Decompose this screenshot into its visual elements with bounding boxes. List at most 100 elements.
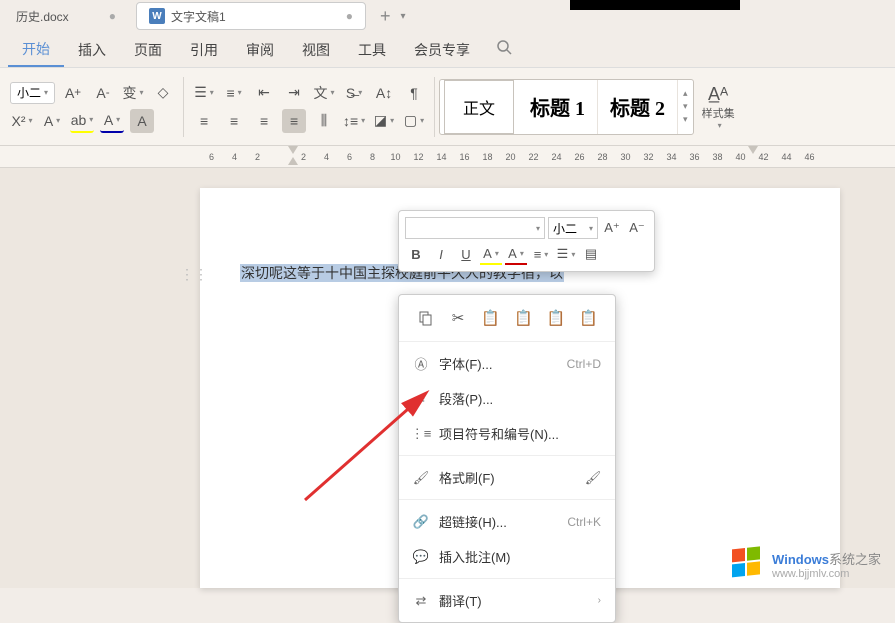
text-direction-button[interactable]: 文▾ — [312, 81, 336, 105]
highlight-button[interactable]: ab▾ — [70, 109, 94, 133]
ruler-tick: 20 — [499, 152, 522, 162]
ctx-label: 插入批注(M) — [439, 547, 511, 566]
bold-button[interactable]: B — [405, 243, 427, 265]
style-heading2[interactable]: 标题 2 — [598, 80, 678, 134]
italic-button[interactable]: I — [430, 243, 452, 265]
style-down-button[interactable]: ▾ — [680, 100, 691, 113]
tab-active[interactable]: W 文字文稿1 ● — [136, 2, 366, 30]
menu-page[interactable]: 页面 — [120, 34, 176, 66]
ctx-hyperlink[interactable]: 🔗 超链接(H)... Ctrl+K — [399, 504, 615, 539]
ctx-bullets[interactable]: ⋮≡ 项目符号和编号(N)... — [399, 416, 615, 451]
mini-font-select[interactable]: ▾ — [405, 217, 545, 239]
phonetic-guide-button[interactable]: 变▾ — [121, 81, 145, 105]
menu-reference[interactable]: 引用 — [176, 34, 232, 66]
show-marks-button[interactable]: ¶ — [402, 81, 426, 105]
paste-keep-icon[interactable]: 📋 — [576, 305, 601, 331]
ruler[interactable]: 6 4 2 2 4 6 8 10 12 14 16 18 20 22 24 26… — [0, 146, 895, 168]
decrease-font-button[interactable]: A⁻ — [626, 217, 648, 239]
ctx-shortcut: Ctrl+D — [567, 357, 601, 371]
tab-close-icon[interactable]: ● — [109, 9, 116, 23]
ruler-tick: 6 — [200, 152, 223, 162]
superscript-button[interactable]: X²▾ — [10, 109, 34, 133]
menu-insert[interactable]: 插入 — [64, 34, 120, 66]
distribute-button[interactable]: ⫼ — [312, 109, 336, 133]
divider — [399, 499, 615, 500]
menu-start[interactable]: 开始 — [8, 33, 64, 67]
styleset-button[interactable]: A̲ᴬ 样式集 ▾ — [694, 84, 743, 130]
add-tab-button[interactable]: + — [374, 6, 397, 27]
align-justify-button[interactable]: ≡ — [282, 109, 306, 133]
font-color-button[interactable]: A▾ — [100, 109, 124, 133]
bullets-button[interactable]: ☰▾ — [192, 81, 216, 105]
clear-format-button[interactable]: ◇ — [151, 81, 175, 105]
format-painter-alt-icon[interactable]: 🖌 — [585, 470, 601, 486]
divider — [399, 341, 615, 342]
menu-member[interactable]: 会员专享 — [400, 34, 484, 66]
numbering-button[interactable]: ≡▾ — [222, 81, 246, 105]
ruler-tick: 30 — [614, 152, 637, 162]
strikethrough-button[interactable]: S̶▾ — [342, 81, 366, 105]
ruler-tick: 22 — [522, 152, 545, 162]
ruler-tick: 12 — [407, 152, 430, 162]
style-expand-button[interactable]: ▾ — [680, 113, 691, 126]
format-painter-icon: 🖌 — [413, 470, 429, 486]
ruler-tick: 10 — [384, 152, 407, 162]
font-icon: Ⓐ — [413, 356, 429, 372]
cut-icon[interactable]: ✂ — [446, 305, 471, 331]
line-spacing-button[interactable]: ↕≡▾ — [342, 109, 366, 133]
divider — [399, 578, 615, 579]
align-left-button[interactable]: ≡ — [192, 109, 216, 133]
ctx-translate[interactable]: ⇄ 翻译(T) › — [399, 583, 615, 618]
menu-review[interactable]: 审阅 — [232, 34, 288, 66]
menu-tools[interactable]: 工具 — [344, 34, 400, 66]
font-size-select[interactable]: 小二 ▾ — [10, 82, 55, 104]
align-center-button[interactable]: ≡ — [222, 109, 246, 133]
tab-label: 历史.docx — [16, 8, 69, 25]
ruby-button[interactable]: A↕ — [372, 81, 396, 105]
borders-button[interactable]: ▢▾ — [402, 109, 426, 133]
watermark-title: Windows系统之家 — [772, 549, 881, 568]
paste-special-icon[interactable]: 📋 — [511, 305, 536, 331]
tab-label: 文字文稿1 — [171, 8, 226, 25]
ctx-paragraph[interactable]: ≡ 段落(P)... — [399, 381, 615, 416]
drag-handle-icon[interactable]: ⋮⋮ — [180, 266, 208, 283]
outline-button[interactable]: ▤ — [580, 243, 602, 265]
font-color-button[interactable]: A▾ — [505, 243, 527, 265]
tab-inactive[interactable]: 历史.docx ● — [4, 2, 128, 30]
menu-view[interactable]: 视图 — [288, 34, 344, 66]
decrease-indent-button[interactable]: ⇤ — [252, 81, 276, 105]
ctx-format-painter[interactable]: 🖌 格式刷(F) 🖌 — [399, 460, 615, 495]
copy-icon[interactable] — [413, 305, 438, 331]
shading-button[interactable]: ◪▾ — [372, 109, 396, 133]
paste-text-icon[interactable]: 📋 — [544, 305, 569, 331]
underline-button[interactable]: U — [455, 243, 477, 265]
ruler-tick: 4 — [315, 152, 338, 162]
ruler-tick: 26 — [568, 152, 591, 162]
watermark-url: www.bjjmlv.com — [772, 568, 881, 580]
right-margin-marker[interactable] — [748, 146, 758, 158]
tab-close-icon[interactable]: ● — [346, 9, 353, 23]
tab-menu-button[interactable]: ▾ — [400, 11, 405, 22]
style-normal[interactable]: 正文 — [444, 80, 514, 134]
decrease-font-button[interactable]: A- — [91, 81, 115, 105]
ruler-tick: 14 — [430, 152, 453, 162]
style-heading1[interactable]: 标题 1 — [518, 80, 598, 134]
paste-icon[interactable]: 📋 — [478, 305, 503, 331]
increase-indent-button[interactable]: ⇥ — [282, 81, 306, 105]
char-shading-button[interactable]: A — [130, 109, 154, 133]
ctx-font[interactable]: Ⓐ 字体(F)... Ctrl+D — [399, 346, 615, 381]
increase-font-button[interactable]: A+ — [61, 81, 85, 105]
align-right-button[interactable]: ≡ — [252, 109, 276, 133]
mini-size-select[interactable]: 小二 ▾ — [548, 217, 598, 239]
font-effects-button[interactable]: A▾ — [40, 109, 64, 133]
increase-font-button[interactable]: A⁺ — [601, 217, 623, 239]
chevron-down-icon: ▾ — [718, 121, 722, 130]
bullets-button[interactable]: ☰▾ — [555, 243, 577, 265]
ctx-comment[interactable]: 💬 插入批注(M) — [399, 539, 615, 574]
highlight-button[interactable]: A▾ — [480, 243, 502, 265]
search-icon[interactable] — [496, 39, 512, 60]
ctx-label: 格式刷(F) — [439, 468, 495, 487]
chevron-down-icon: ▾ — [44, 88, 48, 97]
style-up-button[interactable]: ▴ — [680, 87, 691, 100]
line-spacing-button[interactable]: ≡▾ — [530, 243, 552, 265]
